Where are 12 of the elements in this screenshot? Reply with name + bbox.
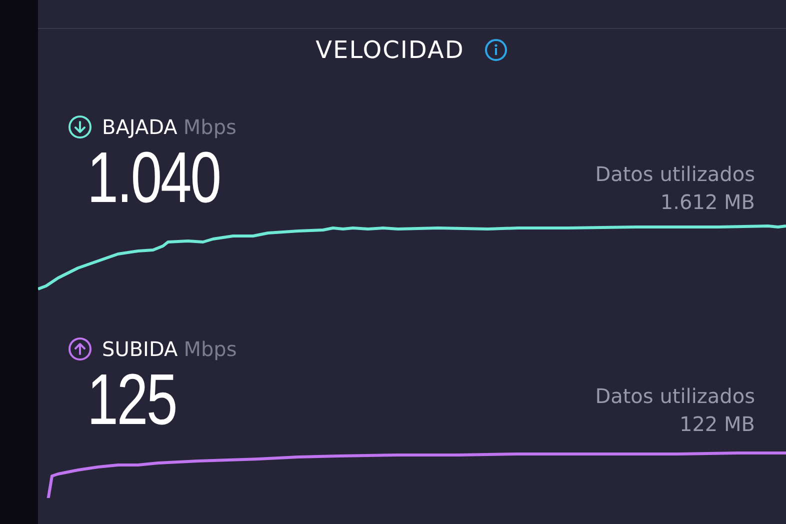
unit-label: Mbps	[184, 336, 237, 363]
unit-label: Mbps	[183, 114, 236, 141]
data-used-value: 122 MB	[678, 411, 755, 438]
data-used-value: 1.612 MB	[659, 189, 755, 216]
info-icon[interactable]	[484, 38, 508, 62]
metric-label: SUBIDA	[102, 336, 178, 363]
speed-value: 1.040	[86, 142, 220, 214]
metric-label: BAJADA	[102, 114, 178, 141]
data-used-label: Datos utilizados	[595, 161, 755, 188]
section-title: VELOCIDAD	[316, 35, 464, 66]
data-used-label: Datos utilizados	[595, 383, 755, 410]
speed-value: 125	[86, 364, 176, 436]
